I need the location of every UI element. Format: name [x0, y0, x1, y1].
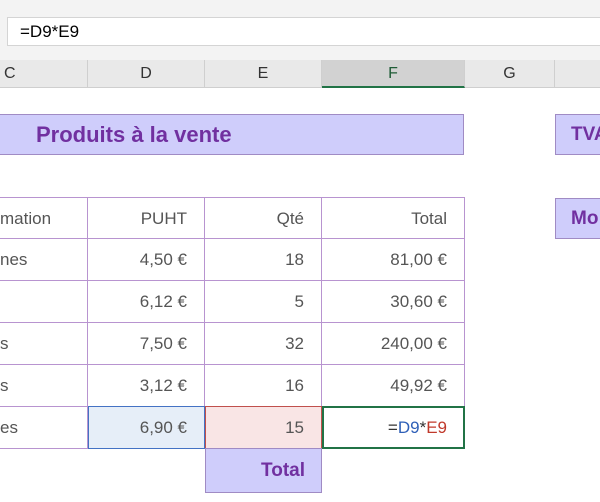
header-total[interactable]: Total — [322, 197, 465, 239]
table-row-total[interactable]: 81,00 € — [322, 239, 465, 281]
table-row-designation[interactable] — [0, 281, 88, 323]
table-row-designation[interactable]: nes — [0, 239, 88, 281]
table-row-qte[interactable]: 5 — [205, 281, 322, 323]
header-puht[interactable]: PUHT — [88, 197, 205, 239]
formula-ref-e9: E9 — [426, 418, 447, 437]
total-label-cell[interactable]: Total — [205, 448, 322, 493]
table-row-total[interactable]: 49,92 € — [322, 365, 465, 407]
table-row-qte[interactable]: 32 — [205, 323, 322, 365]
active-cell-f9[interactable]: =D9*E9 — [322, 406, 465, 449]
table-row-qte[interactable]: 18 — [205, 239, 322, 281]
formula-bar-area: =D9*E9 — [0, 0, 600, 60]
table-row-puht[interactable]: 7,50 € — [88, 323, 205, 365]
table-row-puht[interactable]: 3,12 € — [88, 365, 205, 407]
formula-equals: = — [387, 418, 398, 437]
table-row-qte[interactable]: 16 — [205, 365, 322, 407]
table-row-total[interactable]: 240,00 € — [322, 323, 465, 365]
column-header-g[interactable]: G — [465, 60, 555, 88]
formula-ref-d9: D9 — [397, 418, 420, 437]
tva-label-cell[interactable]: TVA — [555, 114, 600, 155]
column-header-f[interactable]: F — [322, 60, 465, 88]
title-cell[interactable]: Produits à la vente — [0, 114, 464, 155]
table-row-puht[interactable]: 4,50 € — [88, 239, 205, 281]
table-row-designation[interactable]: s — [0, 323, 88, 365]
table-row-total[interactable]: 30,60 € — [322, 281, 465, 323]
montant-label-cell[interactable]: Mo — [555, 198, 600, 239]
header-qte[interactable]: Qté — [205, 197, 322, 239]
table-row-designation[interactable]: es — [0, 407, 88, 449]
table-row-designation[interactable]: s — [0, 365, 88, 407]
column-header-d[interactable]: D — [88, 60, 205, 88]
title-text: Produits à la vente — [36, 122, 232, 147]
column-header-h[interactable] — [555, 60, 600, 88]
column-header-e[interactable]: E — [205, 60, 322, 88]
header-designation[interactable]: mation — [0, 197, 88, 239]
table-row-puht[interactable]: 6,12 € — [88, 281, 205, 323]
column-header-c[interactable]: C — [0, 60, 88, 88]
referenced-cell-e9[interactable]: 15 — [205, 406, 322, 449]
formula-input[interactable]: =D9*E9 — [7, 17, 600, 46]
referenced-cell-d9[interactable]: 6,90 € — [88, 406, 205, 449]
